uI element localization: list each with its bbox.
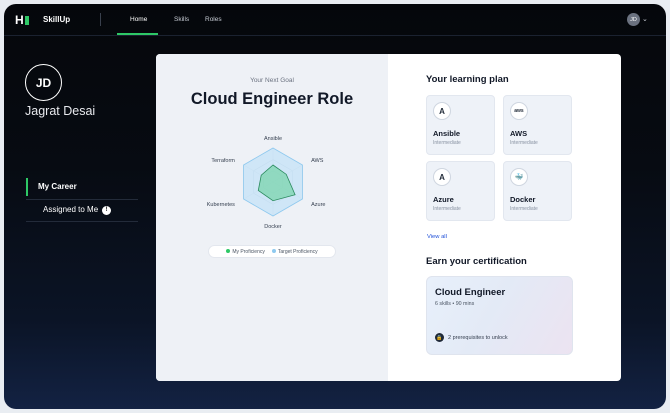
skill-name: Ansible (433, 129, 461, 138)
skill-card-aws[interactable]: aws AWS Intermediate (503, 95, 572, 155)
app-window: H SkillUp Home Skills Roles JD ⌄ JD Jagr… (4, 4, 666, 409)
user-avatar: JD (25, 64, 62, 101)
legend-dot-icon (226, 248, 231, 253)
skill-name: AWS (510, 129, 528, 138)
goal-panel: Your Next Goal Cloud Engineer Role Ansib… (156, 54, 388, 381)
radar-label-terraform: Terraform (211, 158, 235, 164)
docker-icon: 🐳 (510, 168, 528, 186)
certification-title: Earn your certification (426, 256, 527, 267)
legend-target-proficiency: Target Proficiency (271, 248, 318, 255)
brand-name[interactable]: SkillUp (43, 15, 70, 24)
skill-name: Azure (433, 195, 454, 204)
hackerrank-logo[interactable]: H (15, 14, 29, 26)
main-card: Your Next Goal Cloud Engineer Role Ansib… (156, 54, 621, 381)
certification-card[interactable]: Cloud Engineer 6 skills • 90 mins 🔒 2 pr… (426, 276, 573, 355)
prerequisites-note: 🔒 2 prerequisites to unlock (435, 333, 508, 342)
ansible-icon: A (433, 102, 451, 120)
goal-subtitle: Your Next Goal (250, 77, 294, 84)
sidebar-divider (26, 221, 138, 222)
logo-bar (24, 15, 29, 25)
certification-name: Cloud Engineer (435, 287, 506, 298)
radar-label-azure: Azure (311, 202, 325, 208)
skill-card-ansible[interactable]: A Ansible Intermediate (426, 95, 495, 155)
user-avatar-small[interactable]: JD (627, 13, 640, 26)
nav-roles[interactable]: Roles (205, 16, 222, 23)
view-all-link[interactable]: View all (427, 234, 447, 240)
nav-skills[interactable]: Skills (174, 16, 189, 23)
lock-icon: 🔒 (435, 333, 444, 342)
skill-name: Docker (510, 195, 536, 204)
sidebar-item-label: My Career (38, 182, 77, 191)
radar-label-aws: AWS (311, 158, 324, 164)
nav-home[interactable]: Home (130, 16, 147, 23)
legend-my-proficiency: My Proficiency (226, 248, 265, 255)
chart-legend: My Proficiency Target Proficiency (208, 245, 336, 258)
top-nav: H SkillUp Home Skills Roles JD ⌄ (4, 4, 666, 36)
nav-active-indicator (117, 33, 158, 35)
legend-dot-icon (271, 248, 276, 253)
radar-label-docker: Docker (264, 224, 282, 230)
proficiency-radar-chart: Ansible AWS Azure Docker Kubernetes Terraform (207, 136, 326, 230)
learning-panel: Your learning plan A Ansible Intermediat… (388, 54, 621, 381)
certification-meta: 6 skills • 90 mins (435, 301, 475, 307)
goal-title[interactable]: Cloud Engineer Role (156, 90, 388, 109)
chevron-down-icon[interactable]: ⌄ (642, 15, 648, 23)
radar-label-ansible: Ansible (264, 136, 282, 142)
skill-card-docker[interactable]: 🐳 Docker Intermediate (503, 161, 572, 221)
user-name: Jagrat Desai (25, 104, 96, 118)
nav-separator (100, 13, 101, 26)
skill-level: Intermediate (510, 206, 538, 212)
skill-card-azure[interactable]: A Azure Intermediate (426, 161, 495, 221)
azure-icon: A (433, 168, 451, 186)
prerequisites-label: 2 prerequisites to unlock (448, 334, 508, 341)
sidebar-item-my-career[interactable]: My Career (26, 182, 138, 191)
logo-letter: H (15, 13, 24, 27)
radar-label-kubernetes: Kubernetes (207, 202, 235, 208)
sidebar-item-label: Assigned to Me (43, 205, 99, 214)
aws-icon: aws (510, 102, 528, 120)
skill-level: Intermediate (433, 206, 461, 212)
notification-badge: ! (102, 205, 112, 215)
learning-plan-title: Your learning plan (426, 74, 509, 85)
skill-level: Intermediate (433, 140, 461, 146)
sidebar-item-assigned-to-me[interactable]: Assigned to Me! (26, 205, 138, 215)
skill-level: Intermediate (510, 140, 538, 146)
sidebar-divider (26, 199, 138, 200)
